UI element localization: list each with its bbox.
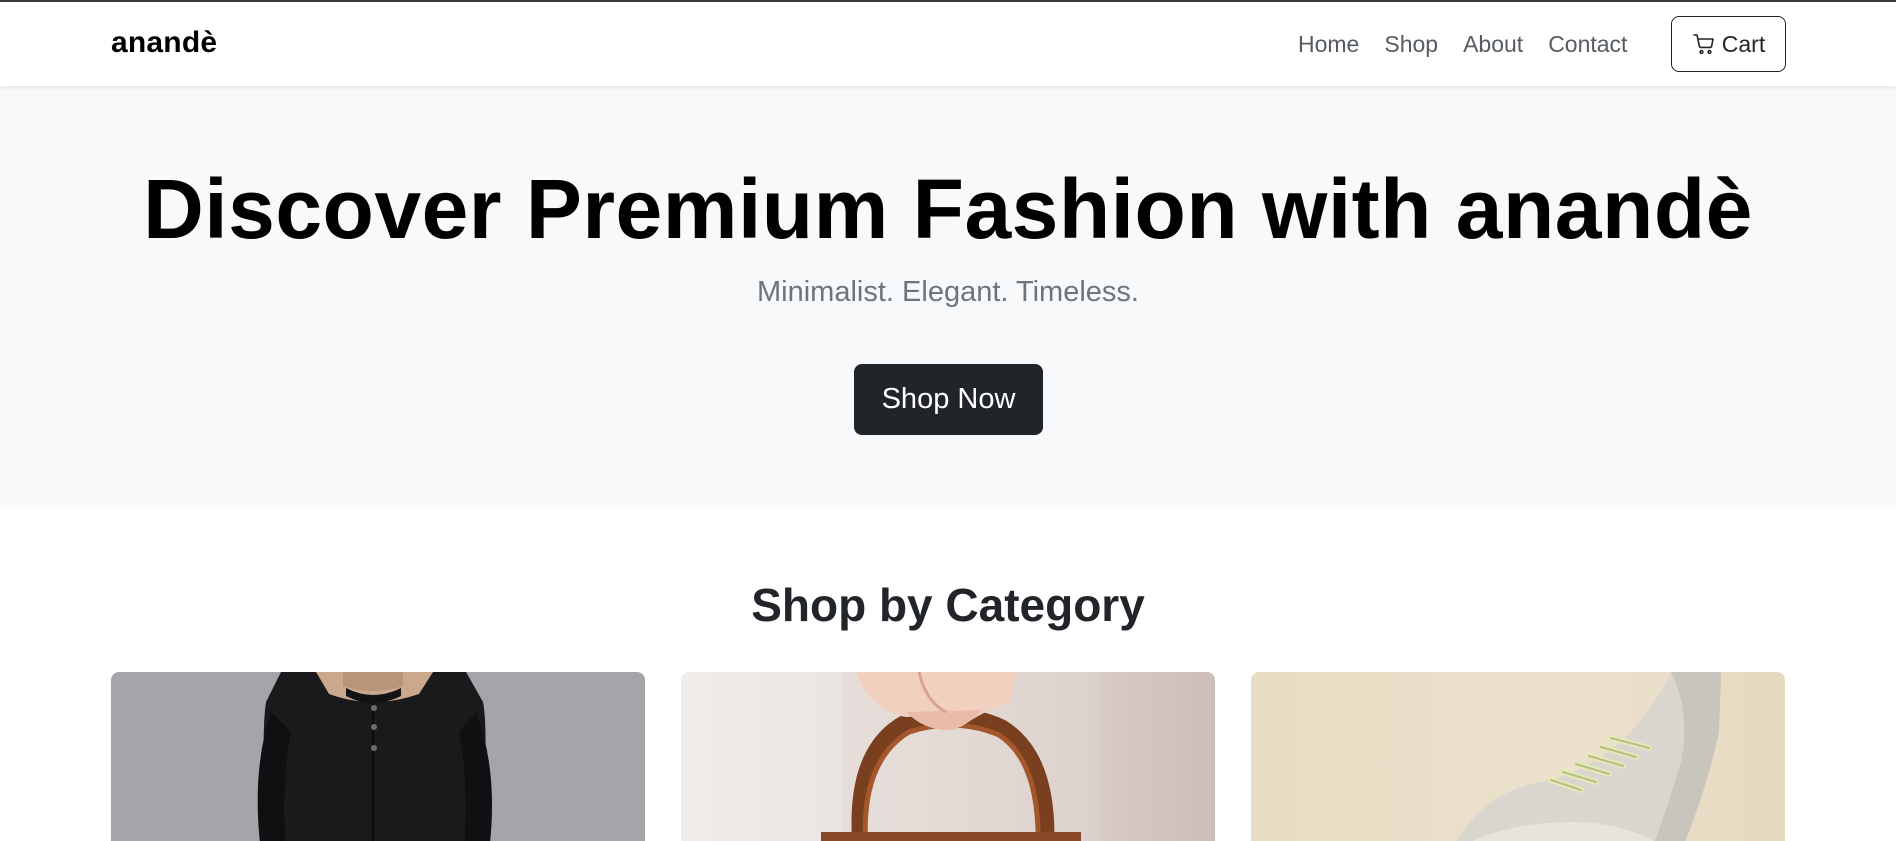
nav-link-contact[interactable]: Contact — [1548, 30, 1627, 58]
nav-links: Home Shop About Contact — [1298, 30, 1652, 58]
cart-label: Cart — [1721, 30, 1766, 57]
category-card-bags[interactable] — [681, 672, 1215, 841]
black-shirt-image — [257, 672, 492, 841]
navbar: anandè Home Shop About Contact Cart — [0, 2, 1896, 86]
category-card-shoes[interactable] — [1251, 672, 1785, 841]
shop-now-button[interactable]: Shop Now — [854, 364, 1043, 435]
cart-button[interactable]: Cart — [1671, 16, 1786, 72]
nav-link-about[interactable]: About — [1463, 30, 1523, 58]
hero-section: Discover Premium Fashion with anandè Min… — [0, 86, 1896, 507]
leather-bag-image — [821, 672, 1101, 841]
nav-link-shop[interactable]: Shop — [1384, 30, 1438, 58]
category-card-shirts[interactable] — [111, 672, 645, 841]
category-section-title: Shop by Category — [751, 579, 1145, 631]
hero-title: Discover Premium Fashion with anandè — [143, 162, 1753, 256]
nav-link-home[interactable]: Home — [1298, 30, 1359, 58]
sneaker-image — [1457, 672, 1721, 841]
cart-icon — [1692, 34, 1714, 55]
hero-subtitle: Minimalist. Elegant. Timeless. — [757, 276, 1139, 308]
brand-logo[interactable]: anandè — [111, 26, 217, 60]
